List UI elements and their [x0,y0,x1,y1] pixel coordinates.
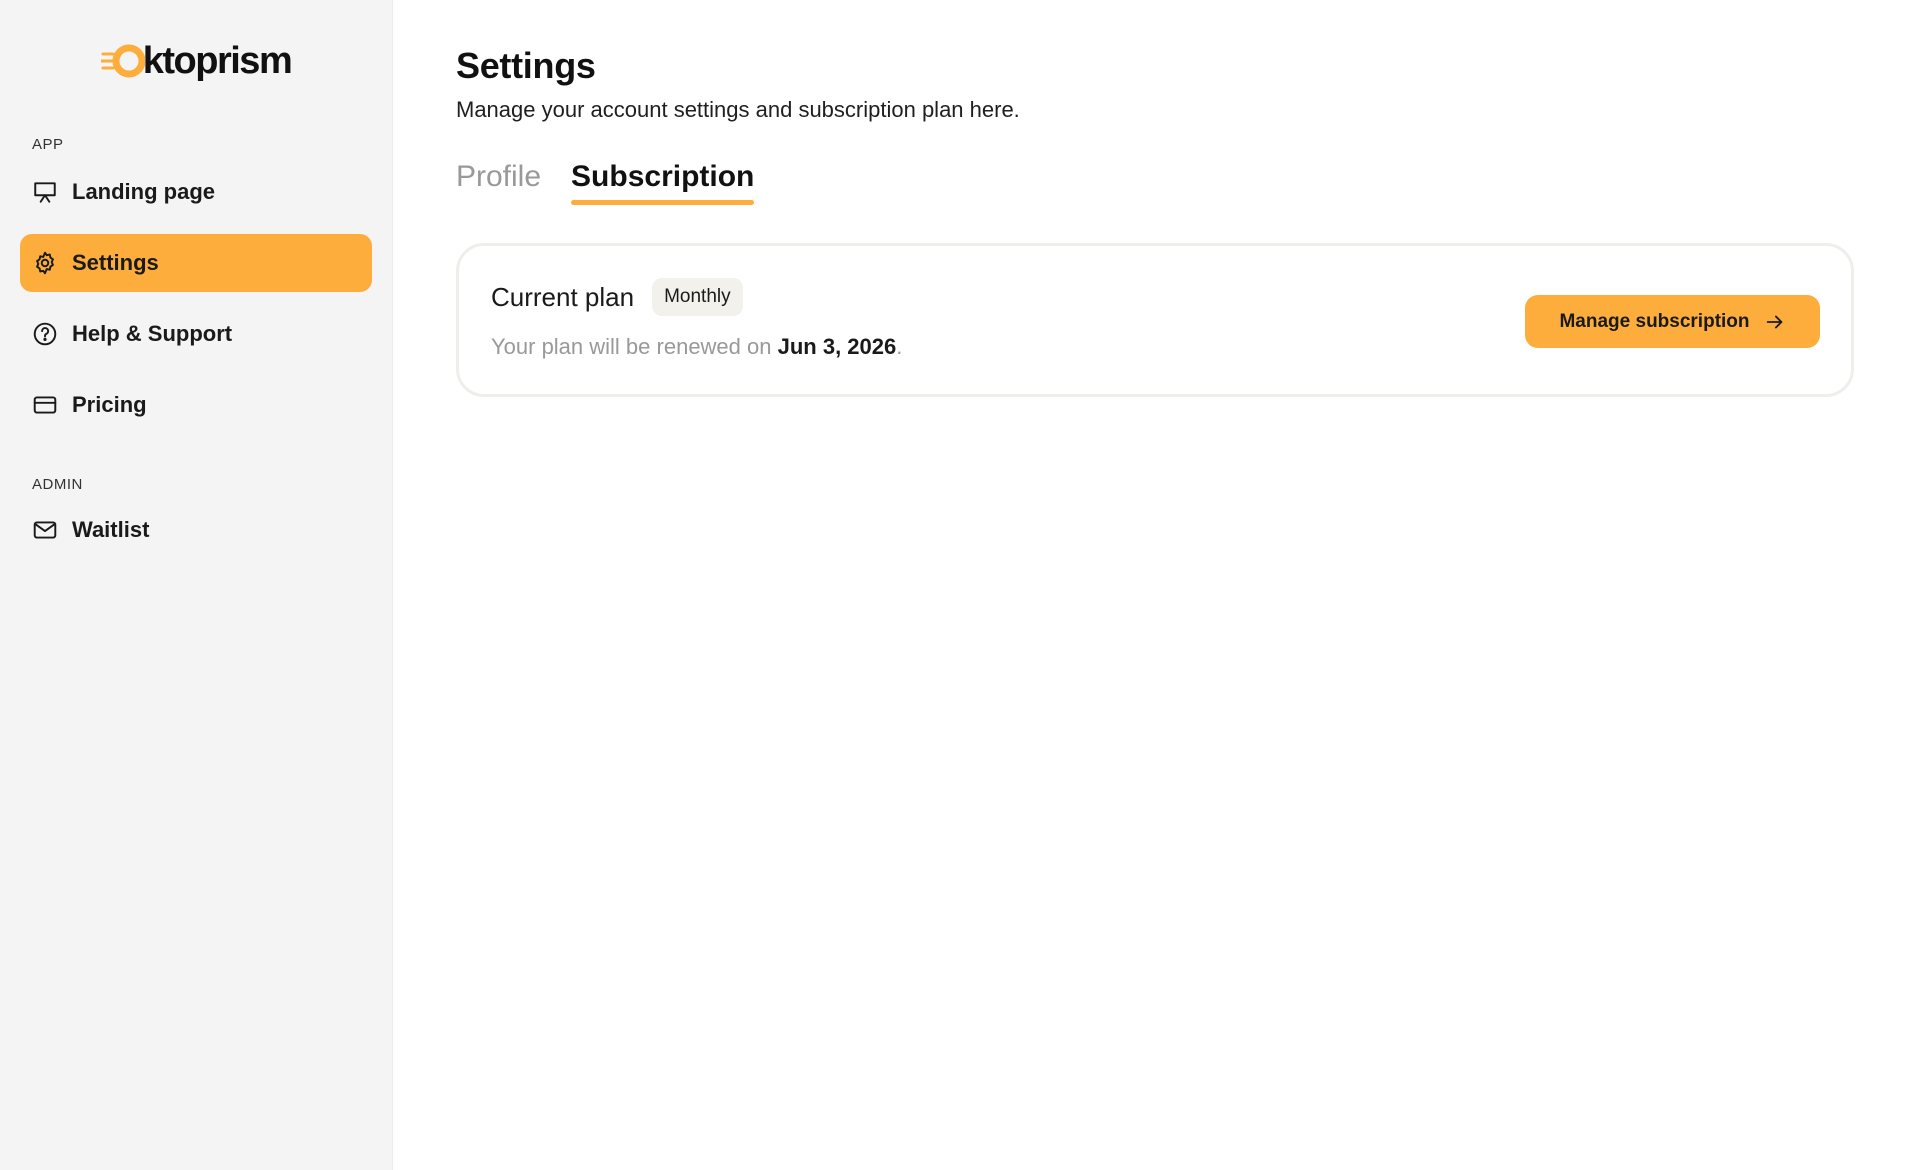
sidebar-item-label: Landing page [72,179,215,204]
brand-name: ktoprism [142,39,293,82]
current-plan-card: Current plan Monthly Your plan will be r… [456,243,1854,397]
sidebar-item-landing-page[interactable]: Landing page [20,163,372,221]
manage-subscription-button[interactable]: Manage subscription [1525,295,1820,348]
tab-subscription[interactable]: Subscription [571,157,755,205]
renewal-date: Jun 3, 2026 [777,334,897,359]
sidebar-section-app: APP [32,136,64,153]
mail-icon [32,517,58,543]
sidebar-item-label: Help & Support [72,321,233,346]
renewal-prefix: Your plan will be renewed on [491,334,778,359]
presentation-icon [32,179,58,205]
plan-title: Current plan [491,281,635,312]
sidebar: ktoprism APP Landing page Settings Help [0,0,393,1170]
brand-logo[interactable]: ktoprism [20,30,372,92]
gear-icon [32,250,58,276]
page-subtitle: Manage your account settings and subscri… [456,97,1020,122]
sidebar-item-label: Settings [72,250,159,275]
credit-card-icon [32,392,58,418]
main-content: Settings Manage your account settings an… [393,0,1920,1170]
manage-subscription-label: Manage subscription [1559,310,1750,332]
tab-profile[interactable]: Profile [456,157,541,205]
settings-tabs: Profile Subscription [456,157,1920,205]
sidebar-section-admin: ADMIN [32,476,83,493]
sidebar-item-pricing[interactable]: Pricing [20,376,372,434]
renewal-suffix: . [896,334,903,359]
sidebar-item-label: Waitlist [72,517,150,542]
sidebar-item-waitlist[interactable]: Waitlist [20,501,372,559]
arrow-right-icon [1766,315,1782,328]
help-circle-icon [32,321,58,347]
plan-badge: Monthly [652,278,743,316]
sidebar-item-help-support[interactable]: Help & Support [20,305,372,363]
logo-icon [100,44,145,78]
page-title: Settings [456,45,596,86]
sidebar-item-settings[interactable]: Settings [20,234,372,292]
sidebar-item-label: Pricing [72,392,147,417]
app-root: ktoprism APP Landing page Settings Help [0,0,1920,1170]
